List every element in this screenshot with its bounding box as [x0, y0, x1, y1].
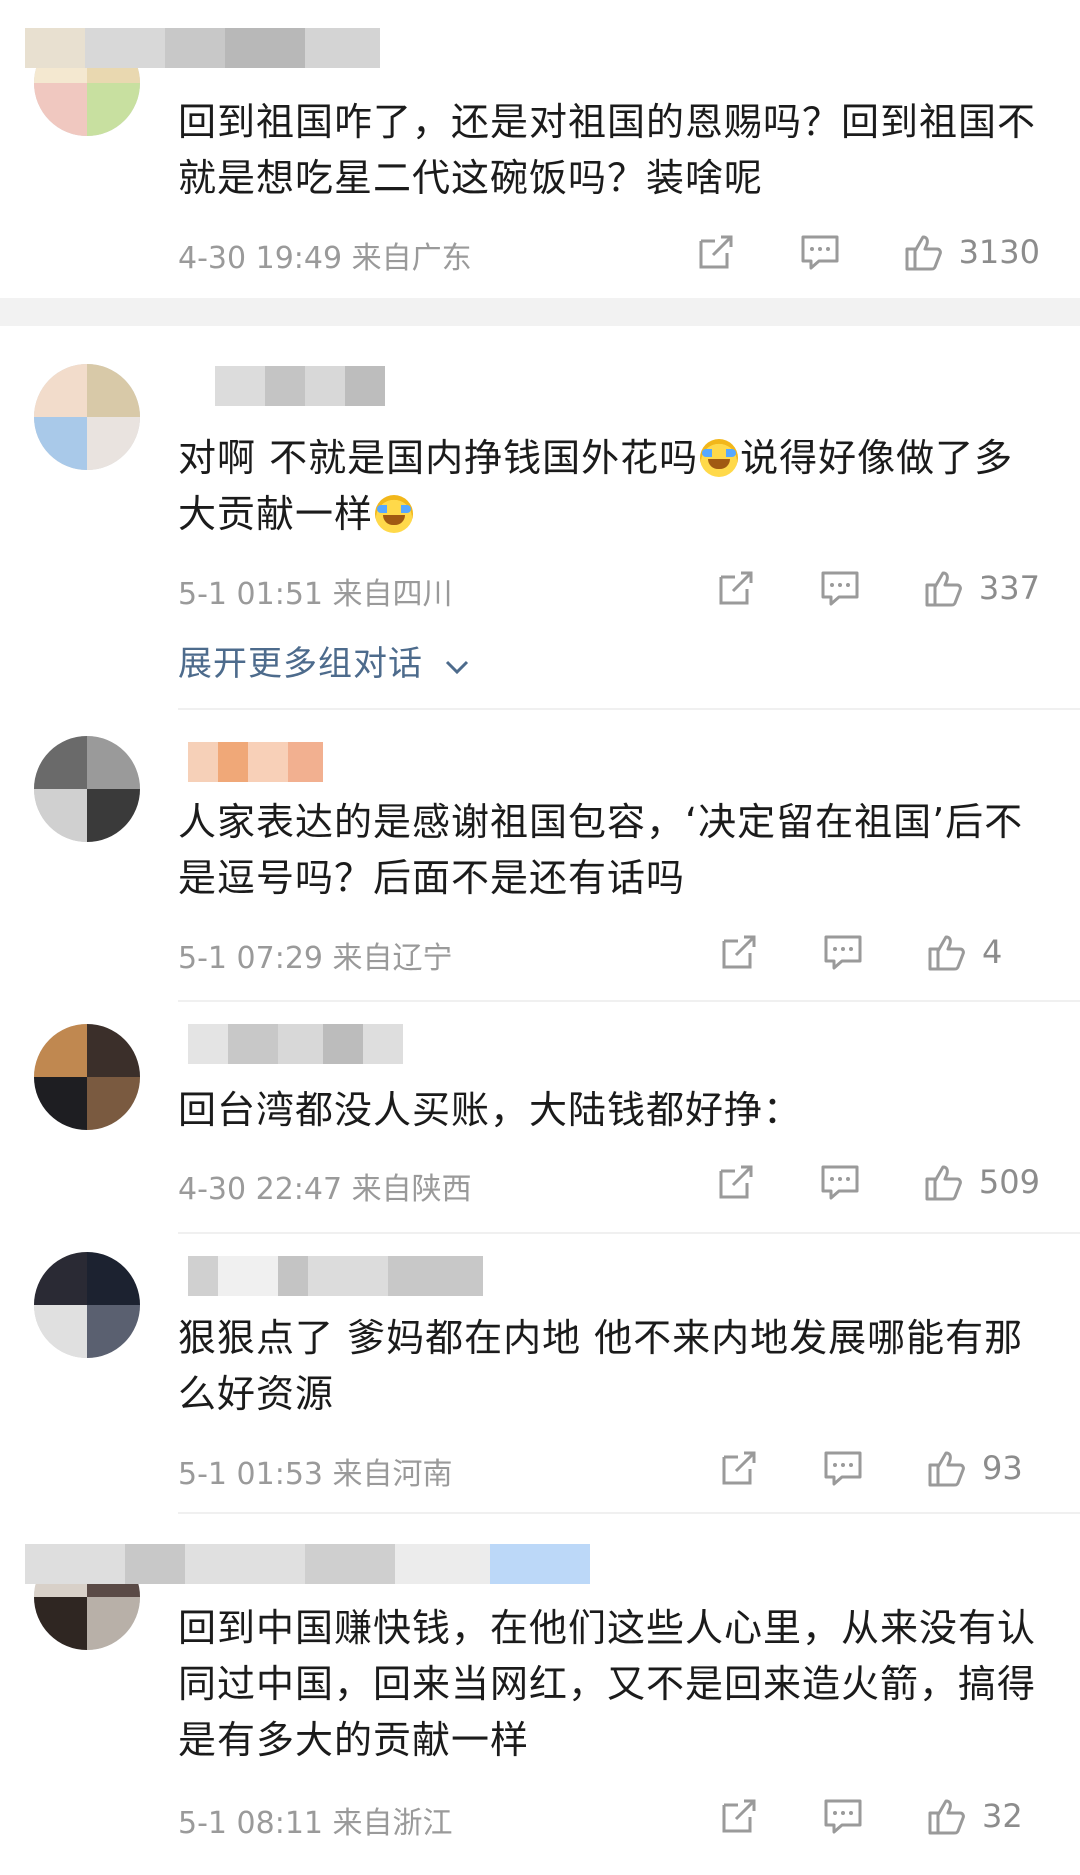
comment-meta: 4-30 19:49 来自广东	[178, 241, 472, 276]
like-count: 4	[982, 933, 1003, 971]
like-count: 3130	[958, 233, 1040, 271]
comment-6: 回到中国赚快钱，在他们这些人心里，从来没有认同过中国，回来当网红，又不是回来造火…	[0, 1514, 1080, 1875]
comment-actions: 93	[718, 1446, 1040, 1490]
like-count: 93	[982, 1449, 1023, 1487]
comment-icon[interactable]	[822, 1447, 864, 1489]
share-icon[interactable]	[718, 931, 760, 973]
comment-text: 回到中国赚快钱，在他们这些人心里，从来没有认同过中国，回来当网红，又不是回来造火…	[178, 1606, 1037, 1762]
thumbs-up-icon[interactable]	[923, 567, 965, 609]
username-blurred[interactable]	[188, 1024, 403, 1064]
share-icon[interactable]	[695, 231, 737, 273]
comment-meta: 5-1 01:51 来自四川	[178, 577, 453, 612]
laughing-crying-emoji-icon	[700, 439, 739, 477]
username-blurred[interactable]	[25, 28, 380, 68]
comment-1: 回到祖国咋了，还是对祖国的恩赐吗？回到祖国不就是想吃星二代这碗饭吗？装啥呢 4-…	[0, 0, 1080, 300]
laughing-crying-emoji-icon	[375, 495, 414, 533]
thumbs-up-icon[interactable]	[926, 1447, 968, 1489]
comment-actions: 509	[715, 1160, 1040, 1204]
like-count: 509	[978, 1163, 1040, 1201]
share-icon[interactable]	[715, 1161, 757, 1203]
comment-2: 对啊 不就是国内挣钱国外花吗 说得好像做了多大贡献一样 5-1 01:51 来自四…	[0, 326, 1080, 726]
comment-icon[interactable]	[819, 567, 861, 609]
like-count: 32	[982, 1797, 1023, 1835]
thumbs-up-icon[interactable]	[926, 931, 968, 973]
expand-label: 展开更多组对话	[178, 644, 423, 684]
comment-text: 人家表达的是感谢祖国包容，‘决定留在祖国’后不是逗号吗？后面不是还有话吗	[178, 800, 1024, 900]
username-blurred[interactable]	[188, 742, 323, 782]
comment-actions: 32	[718, 1794, 1040, 1838]
comment-text: 对啊 不就是国内挣钱国外花吗 说得好像做了多大贡献一样	[178, 430, 1048, 542]
thumbs-up-icon[interactable]	[926, 1795, 968, 1837]
comment-actions: 3130	[695, 230, 1040, 274]
comment-3: 人家表达的是感谢祖国包容，‘决定留在祖国’后不是逗号吗？后面不是还有话吗 5-1…	[0, 710, 1080, 1010]
comment-text: 狠狠点了 爹妈都在内地 他不来内地发展哪能有那么好资源	[178, 1316, 1024, 1416]
thumbs-up-icon[interactable]	[903, 231, 945, 273]
comment-actions: 337	[715, 566, 1040, 610]
avatar[interactable]	[34, 736, 140, 842]
chevron-down-icon	[443, 646, 471, 686]
comment-icon[interactable]	[819, 1161, 861, 1203]
comment-icon[interactable]	[822, 931, 864, 973]
section-separator	[0, 298, 1080, 326]
comment-4: 回台湾都没人买账，大陆钱都好挣： 4-30 22:47 来自陕西 509	[0, 1002, 1080, 1232]
comment-meta: 5-1 08:11 来自浙江	[178, 1806, 453, 1841]
comment-actions: 4	[718, 930, 1040, 974]
share-icon[interactable]	[718, 1447, 760, 1489]
share-icon[interactable]	[718, 1795, 760, 1837]
comment-meta: 4-30 22:47 来自陕西	[178, 1172, 472, 1207]
comment-meta: 5-1 01:53 来自河南	[178, 1457, 453, 1492]
comment-text: 回台湾都没人买账，大陆钱都好挣：	[178, 1088, 803, 1132]
comment-text: 回到祖国咋了，还是对祖国的恩赐吗？回到祖国不就是想吃星二代这碗饭吗？装啥呢	[178, 100, 1037, 200]
like-count: 337	[978, 569, 1040, 607]
username-blurred[interactable]	[215, 366, 385, 406]
comment-icon[interactable]	[822, 1795, 864, 1837]
comment-meta: 5-1 07:29 来自辽宁	[178, 941, 453, 976]
avatar[interactable]	[34, 1252, 140, 1358]
username-blurred[interactable]	[25, 1544, 590, 1584]
expand-conversation-link[interactable]: 展开更多组对话	[178, 636, 471, 686]
comment-text-part: 对啊 不就是国内挣钱国外花吗	[178, 436, 699, 480]
thumbs-up-icon[interactable]	[923, 1161, 965, 1203]
username-blurred[interactable]	[188, 1256, 483, 1296]
avatar[interactable]	[34, 364, 140, 470]
comment-5: 狠狠点了 爹妈都在内地 他不来内地发展哪能有那么好资源 5-1 01:53 来自…	[0, 1234, 1080, 1514]
avatar[interactable]	[34, 1024, 140, 1130]
comment-icon[interactable]	[799, 231, 841, 273]
share-icon[interactable]	[715, 567, 757, 609]
